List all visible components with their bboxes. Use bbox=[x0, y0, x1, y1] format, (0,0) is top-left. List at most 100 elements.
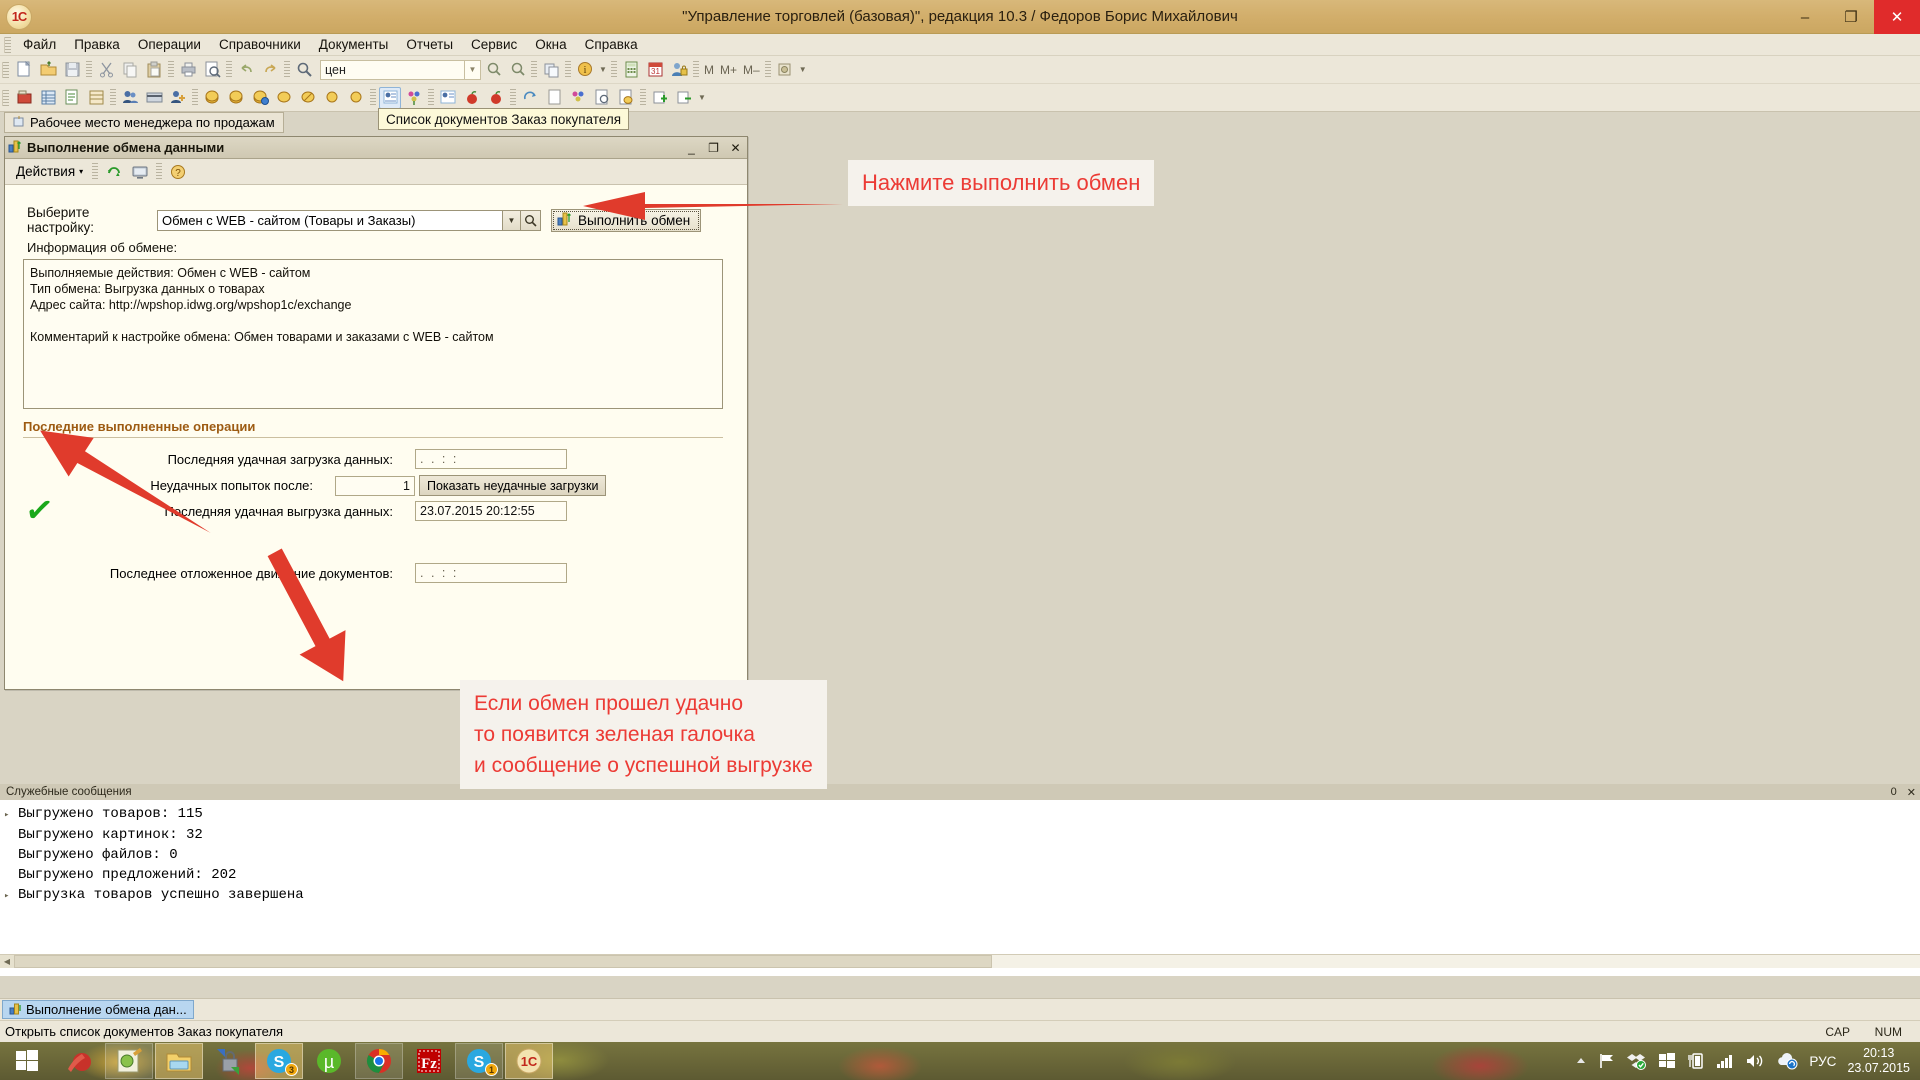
battery-icon[interactable] bbox=[1687, 1052, 1705, 1070]
last-successful-upload-value[interactable]: 23.07.2015 20:12:55 bbox=[415, 501, 567, 521]
menu-item-edit[interactable]: Правка bbox=[65, 35, 129, 54]
contacts-icon[interactable] bbox=[119, 87, 141, 109]
copy-window-icon[interactable] bbox=[540, 59, 562, 81]
scroll-thumb[interactable] bbox=[14, 955, 992, 968]
menu-grip[interactable] bbox=[4, 36, 11, 53]
close-icon[interactable]: ✕ bbox=[1907, 786, 1916, 799]
close-button[interactable]: ✕ bbox=[1874, 0, 1920, 34]
toolbar-grip-2[interactable] bbox=[2, 89, 9, 106]
toolbar-grip-1[interactable] bbox=[2, 61, 9, 78]
apple-red-icon[interactable] bbox=[461, 87, 483, 109]
menu-item-file[interactable]: Файл bbox=[14, 35, 65, 54]
print-preview-icon[interactable] bbox=[201, 59, 223, 81]
menu-item-documents[interactable]: Документы bbox=[310, 35, 398, 54]
flowers-icon[interactable] bbox=[403, 87, 425, 109]
list-icon[interactable] bbox=[85, 87, 107, 109]
search-icon[interactable] bbox=[521, 209, 541, 231]
info-icon[interactable]: i bbox=[574, 59, 596, 81]
chevron-down-icon[interactable]: ▼ bbox=[697, 87, 707, 109]
journal-icon[interactable] bbox=[37, 87, 59, 109]
menu-item-reports[interactable]: Отчеты bbox=[397, 35, 462, 54]
chevron-down-icon[interactable]: ▼ bbox=[503, 209, 521, 231]
taskbar-ccleaner-icon[interactable] bbox=[55, 1043, 103, 1079]
scroll-track[interactable] bbox=[14, 955, 1920, 968]
show-failed-loads-button[interactable]: Показать неудачные загрузки bbox=[419, 475, 607, 496]
user-card-icon[interactable] bbox=[437, 87, 459, 109]
menu-item-catalogs[interactable]: Справочники bbox=[210, 35, 310, 54]
money-doc-icon[interactable] bbox=[615, 87, 637, 109]
taskbar-filezilla-icon[interactable]: Fz bbox=[405, 1043, 453, 1079]
taskbar-onec-icon[interactable]: 1C bbox=[505, 1043, 553, 1079]
coin-3-icon[interactable] bbox=[249, 87, 271, 109]
preview-doc-icon[interactable] bbox=[591, 87, 613, 109]
find-next-icon[interactable] bbox=[482, 59, 504, 81]
exchange-restore-button[interactable]: ❐ bbox=[705, 140, 722, 156]
person-add-icon[interactable] bbox=[167, 87, 189, 109]
taskbar-chrome-icon[interactable] bbox=[355, 1043, 403, 1079]
search-input[interactable]: цен bbox=[320, 59, 465, 80]
menu-item-operations[interactable]: Операции bbox=[129, 35, 210, 54]
coin-6-icon[interactable] bbox=[321, 87, 343, 109]
card-icon[interactable] bbox=[143, 87, 165, 109]
cut-icon[interactable] bbox=[95, 59, 117, 81]
chevron-down-icon[interactable]: ▼ bbox=[465, 59, 481, 80]
dropbox-icon[interactable] bbox=[1627, 1052, 1647, 1070]
last-successful-load-value[interactable]: . . : : bbox=[415, 449, 567, 469]
search-icon[interactable] bbox=[293, 59, 315, 81]
open-window-exchange[interactable]: Выполнение обмена дан... bbox=[2, 1000, 194, 1019]
help-icon[interactable]: ? bbox=[167, 161, 189, 183]
network-signal-icon[interactable] bbox=[1716, 1053, 1734, 1069]
taskbar-notepad-icon[interactable] bbox=[105, 1043, 153, 1079]
coin-5-icon[interactable] bbox=[297, 87, 319, 109]
chevron-down-icon[interactable]: ▼ bbox=[798, 59, 808, 81]
cloud-sync-icon[interactable] bbox=[1776, 1052, 1798, 1070]
action-center-flag-icon[interactable] bbox=[1598, 1052, 1616, 1070]
taskbar-utorrent-icon[interactable]: µ bbox=[305, 1043, 353, 1079]
show-hidden-icons-icon[interactable] bbox=[1575, 1055, 1587, 1067]
taskbar-skype-icon[interactable]: S 3 bbox=[255, 1043, 303, 1079]
refresh-icon[interactable] bbox=[103, 161, 125, 183]
setting-select[interactable]: Обмен с WEB - сайтом (Товары и Заказы) bbox=[157, 209, 503, 231]
remove-green-icon[interactable] bbox=[673, 87, 695, 109]
maximize-button[interactable]: ❐ bbox=[1828, 0, 1874, 34]
coin-7-icon[interactable] bbox=[345, 87, 367, 109]
menu-item-service[interactable]: Сервис bbox=[462, 35, 526, 54]
report-icon[interactable] bbox=[61, 87, 83, 109]
taskbar-unlocker-icon[interactable] bbox=[205, 1043, 253, 1079]
memory-minus-label[interactable]: M– bbox=[740, 63, 763, 77]
exchange-minimize-button[interactable]: _ bbox=[683, 140, 700, 156]
cash-register-icon[interactable] bbox=[13, 87, 35, 109]
undo-icon[interactable] bbox=[235, 59, 257, 81]
copy-icon[interactable] bbox=[119, 59, 141, 81]
actions-menu-button[interactable]: Действия ▾ bbox=[11, 162, 88, 181]
settings-icon[interactable] bbox=[774, 59, 796, 81]
find-prev-icon[interactable] bbox=[506, 59, 528, 81]
calendar-icon[interactable]: 31 bbox=[644, 59, 666, 81]
save-icon[interactable] bbox=[61, 59, 83, 81]
blank-doc-icon[interactable] bbox=[543, 87, 565, 109]
memory-plus-label[interactable]: M+ bbox=[717, 63, 740, 77]
volume-icon[interactable] bbox=[1745, 1053, 1765, 1069]
print-icon[interactable] bbox=[177, 59, 199, 81]
calculator-icon[interactable] bbox=[620, 59, 642, 81]
coin-2-icon[interactable] bbox=[225, 87, 247, 109]
monitor-icon[interactable] bbox=[129, 161, 151, 183]
minimize-button[interactable]: – bbox=[1782, 0, 1828, 34]
paste-icon[interactable] bbox=[143, 59, 165, 81]
scroll-left-icon[interactable]: ◀ bbox=[0, 955, 14, 968]
last-deferred-movement-value[interactable]: . . : : bbox=[415, 563, 567, 583]
failed-attempts-value[interactable]: 1 bbox=[335, 475, 415, 496]
memory-label[interactable]: M bbox=[701, 63, 717, 77]
toolbar-search[interactable]: цен ▼ bbox=[320, 59, 481, 80]
redo-icon[interactable] bbox=[259, 59, 281, 81]
new-document-icon[interactable] bbox=[13, 59, 35, 81]
menu-item-windows[interactable]: Окна bbox=[526, 35, 575, 54]
recycle-icon[interactable] bbox=[519, 87, 541, 109]
apple-red-2-icon[interactable] bbox=[485, 87, 507, 109]
taskbar-explorer-icon[interactable] bbox=[155, 1043, 203, 1079]
clock[interactable]: 20:13 23.07.2015 bbox=[1847, 1046, 1910, 1076]
taskbar-skype2-icon[interactable]: S 1 bbox=[455, 1043, 503, 1079]
coin-1-icon[interactable] bbox=[201, 87, 223, 109]
add-green-icon[interactable] bbox=[649, 87, 671, 109]
tab-sales-manager-workplace[interactable]: Рабочее место менеджера по продажам bbox=[4, 112, 284, 133]
